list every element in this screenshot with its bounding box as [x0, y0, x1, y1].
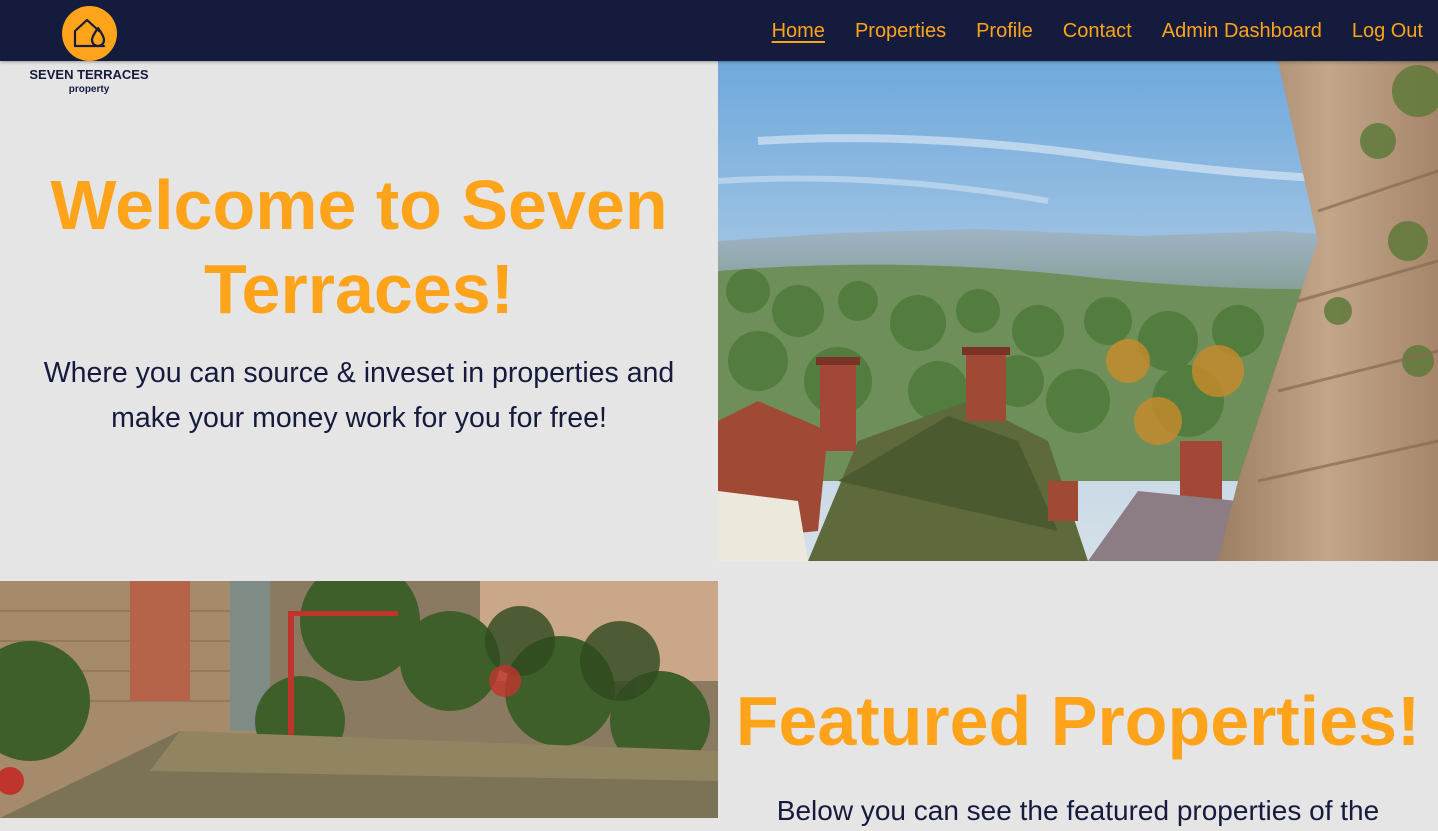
brand-subtitle: property	[68, 84, 110, 95]
featured-section: Featured Properties! Below you can see t…	[718, 581, 1438, 826]
hero-title-line1: Welcome to Seven	[50, 166, 668, 244]
nav-home-link[interactable]: Home	[772, 21, 825, 41]
hero-text-line1: Where you can source & inveset in proper…	[43, 357, 675, 389]
nav-log-out-link[interactable]: Log Out	[1352, 21, 1423, 41]
brand-logo[interactable]: SEVEN TERRACES property	[20, 6, 158, 102]
nav-profile-link[interactable]: Profile	[976, 21, 1033, 41]
hero-village-photo	[718, 61, 1438, 561]
brand-name: SEVEN TERRACES	[29, 67, 149, 82]
street-cottages-photo	[0, 581, 718, 818]
hero-section: Welcome to Seven Terraces! Where you can…	[0, 61, 718, 561]
hero-title-line2: Terraces!	[203, 250, 514, 328]
nav-links: Home Properties Profile Contact Admin Da…	[772, 0, 1423, 61]
featured-description: Below you can see the featured propertie…	[776, 795, 1380, 826]
top-navbar: Home Properties Profile Contact Admin Da…	[0, 0, 1438, 61]
nav-contact-link[interactable]: Contact	[1063, 21, 1132, 41]
hero-text-line2: make your money work for you for free!	[111, 402, 607, 434]
nav-admin-dashboard-link[interactable]: Admin Dashboard	[1162, 21, 1322, 41]
hero-title: Welcome to Seven Terraces!	[0, 163, 718, 331]
featured-title: Featured Properties!	[735, 682, 1421, 760]
section-gap	[718, 561, 1438, 581]
nav-properties-link[interactable]: Properties	[855, 21, 946, 41]
hero-description: Where you can source & inveset in proper…	[20, 351, 698, 441]
house-drop-icon	[61, 6, 117, 61]
